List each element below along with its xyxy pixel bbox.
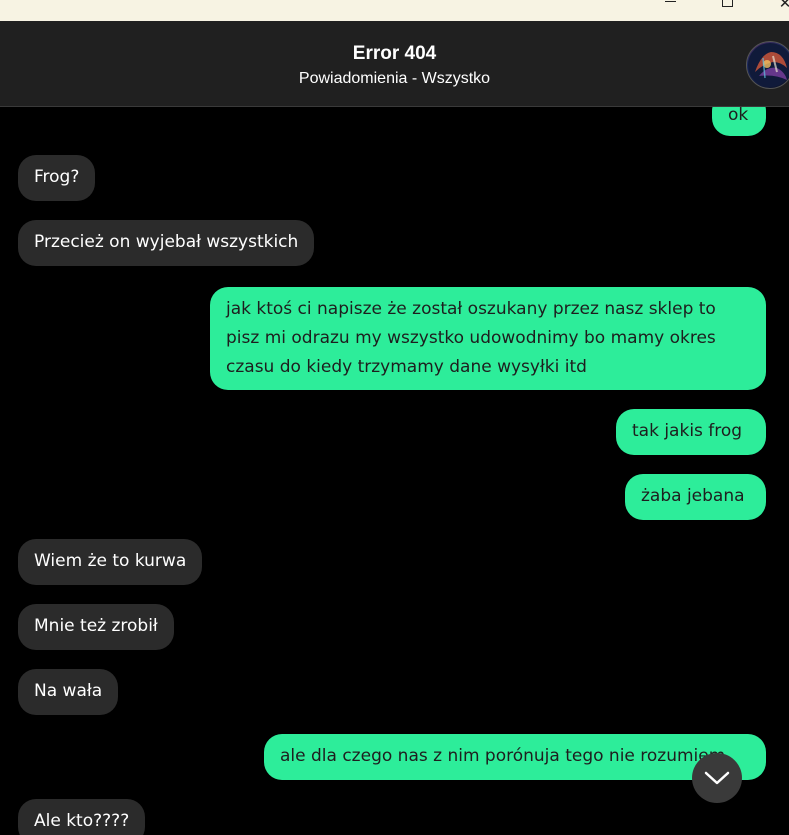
chat-title: Error 404 bbox=[352, 43, 437, 64]
message-bubble-incoming[interactable]: Mnie też zrobił bbox=[18, 604, 174, 650]
avatar-image bbox=[748, 43, 789, 87]
scroll-to-bottom-button[interactable] bbox=[692, 753, 742, 803]
message-text: tak jakis frog bbox=[632, 421, 743, 441]
message-bubble-outgoing[interactable]: żaba jebana bbox=[625, 474, 766, 520]
window-title-bar: ✕ bbox=[0, 0, 789, 21]
message-bubble-incoming[interactable]: Wiem że to kurwa bbox=[18, 539, 203, 585]
maximize-icon bbox=[721, 0, 733, 7]
chat-header: Error 404 Powiadomienia - Wszystko bbox=[0, 21, 789, 107]
message-bubble-incoming[interactable]: Frog? bbox=[18, 155, 96, 201]
message-bubble-outgoing[interactable]: ale dla czego nas z nim porónuja tego ni… bbox=[264, 734, 766, 780]
avatar[interactable] bbox=[746, 41, 789, 89]
message-text: Mnie też zrobił bbox=[34, 616, 158, 636]
message-bubble-incoming[interactable]: Na wała bbox=[18, 669, 119, 715]
close-button[interactable]: ✕ bbox=[765, 0, 789, 21]
minimize-button[interactable] bbox=[650, 0, 690, 21]
message-bubble-outgoing[interactable]: jak ktoś ci napisze że został oszukany p… bbox=[210, 287, 766, 390]
message-text: Wiem że to kurwa bbox=[34, 551, 187, 571]
close-icon: ✕ bbox=[778, 0, 789, 12]
message-bubble-incoming[interactable]: Przecież on wyjebał wszystkich bbox=[18, 220, 315, 266]
chat-subtitle[interactable]: Powiadomienia - Wszystko bbox=[0, 70, 789, 88]
message-text: ok bbox=[728, 107, 749, 125]
message-bubble-outgoing[interactable]: ok bbox=[712, 107, 766, 136]
chevron-down-icon bbox=[704, 771, 730, 785]
message-text: ale dla czego nas z nim porónuja tego ni… bbox=[280, 746, 726, 766]
minimize-icon bbox=[664, 1, 676, 2]
message-text: jak ktoś ci napisze że został oszukany p… bbox=[226, 299, 716, 377]
maximize-button[interactable] bbox=[707, 0, 747, 21]
message-text: Frog? bbox=[34, 167, 80, 187]
message-text: Przecież on wyjebał wszystkich bbox=[34, 232, 299, 252]
message-text: Ale kto???? bbox=[34, 811, 130, 831]
message-list[interactable]: ok Frog? Przecież on wyjebał wszystkich … bbox=[0, 107, 789, 835]
message-text: żaba jebana bbox=[641, 486, 745, 506]
message-text: Na wała bbox=[34, 681, 103, 701]
message-bubble-outgoing[interactable]: tak jakis frog bbox=[616, 409, 766, 455]
message-bubble-incoming[interactable]: Ale kto???? bbox=[18, 799, 146, 835]
